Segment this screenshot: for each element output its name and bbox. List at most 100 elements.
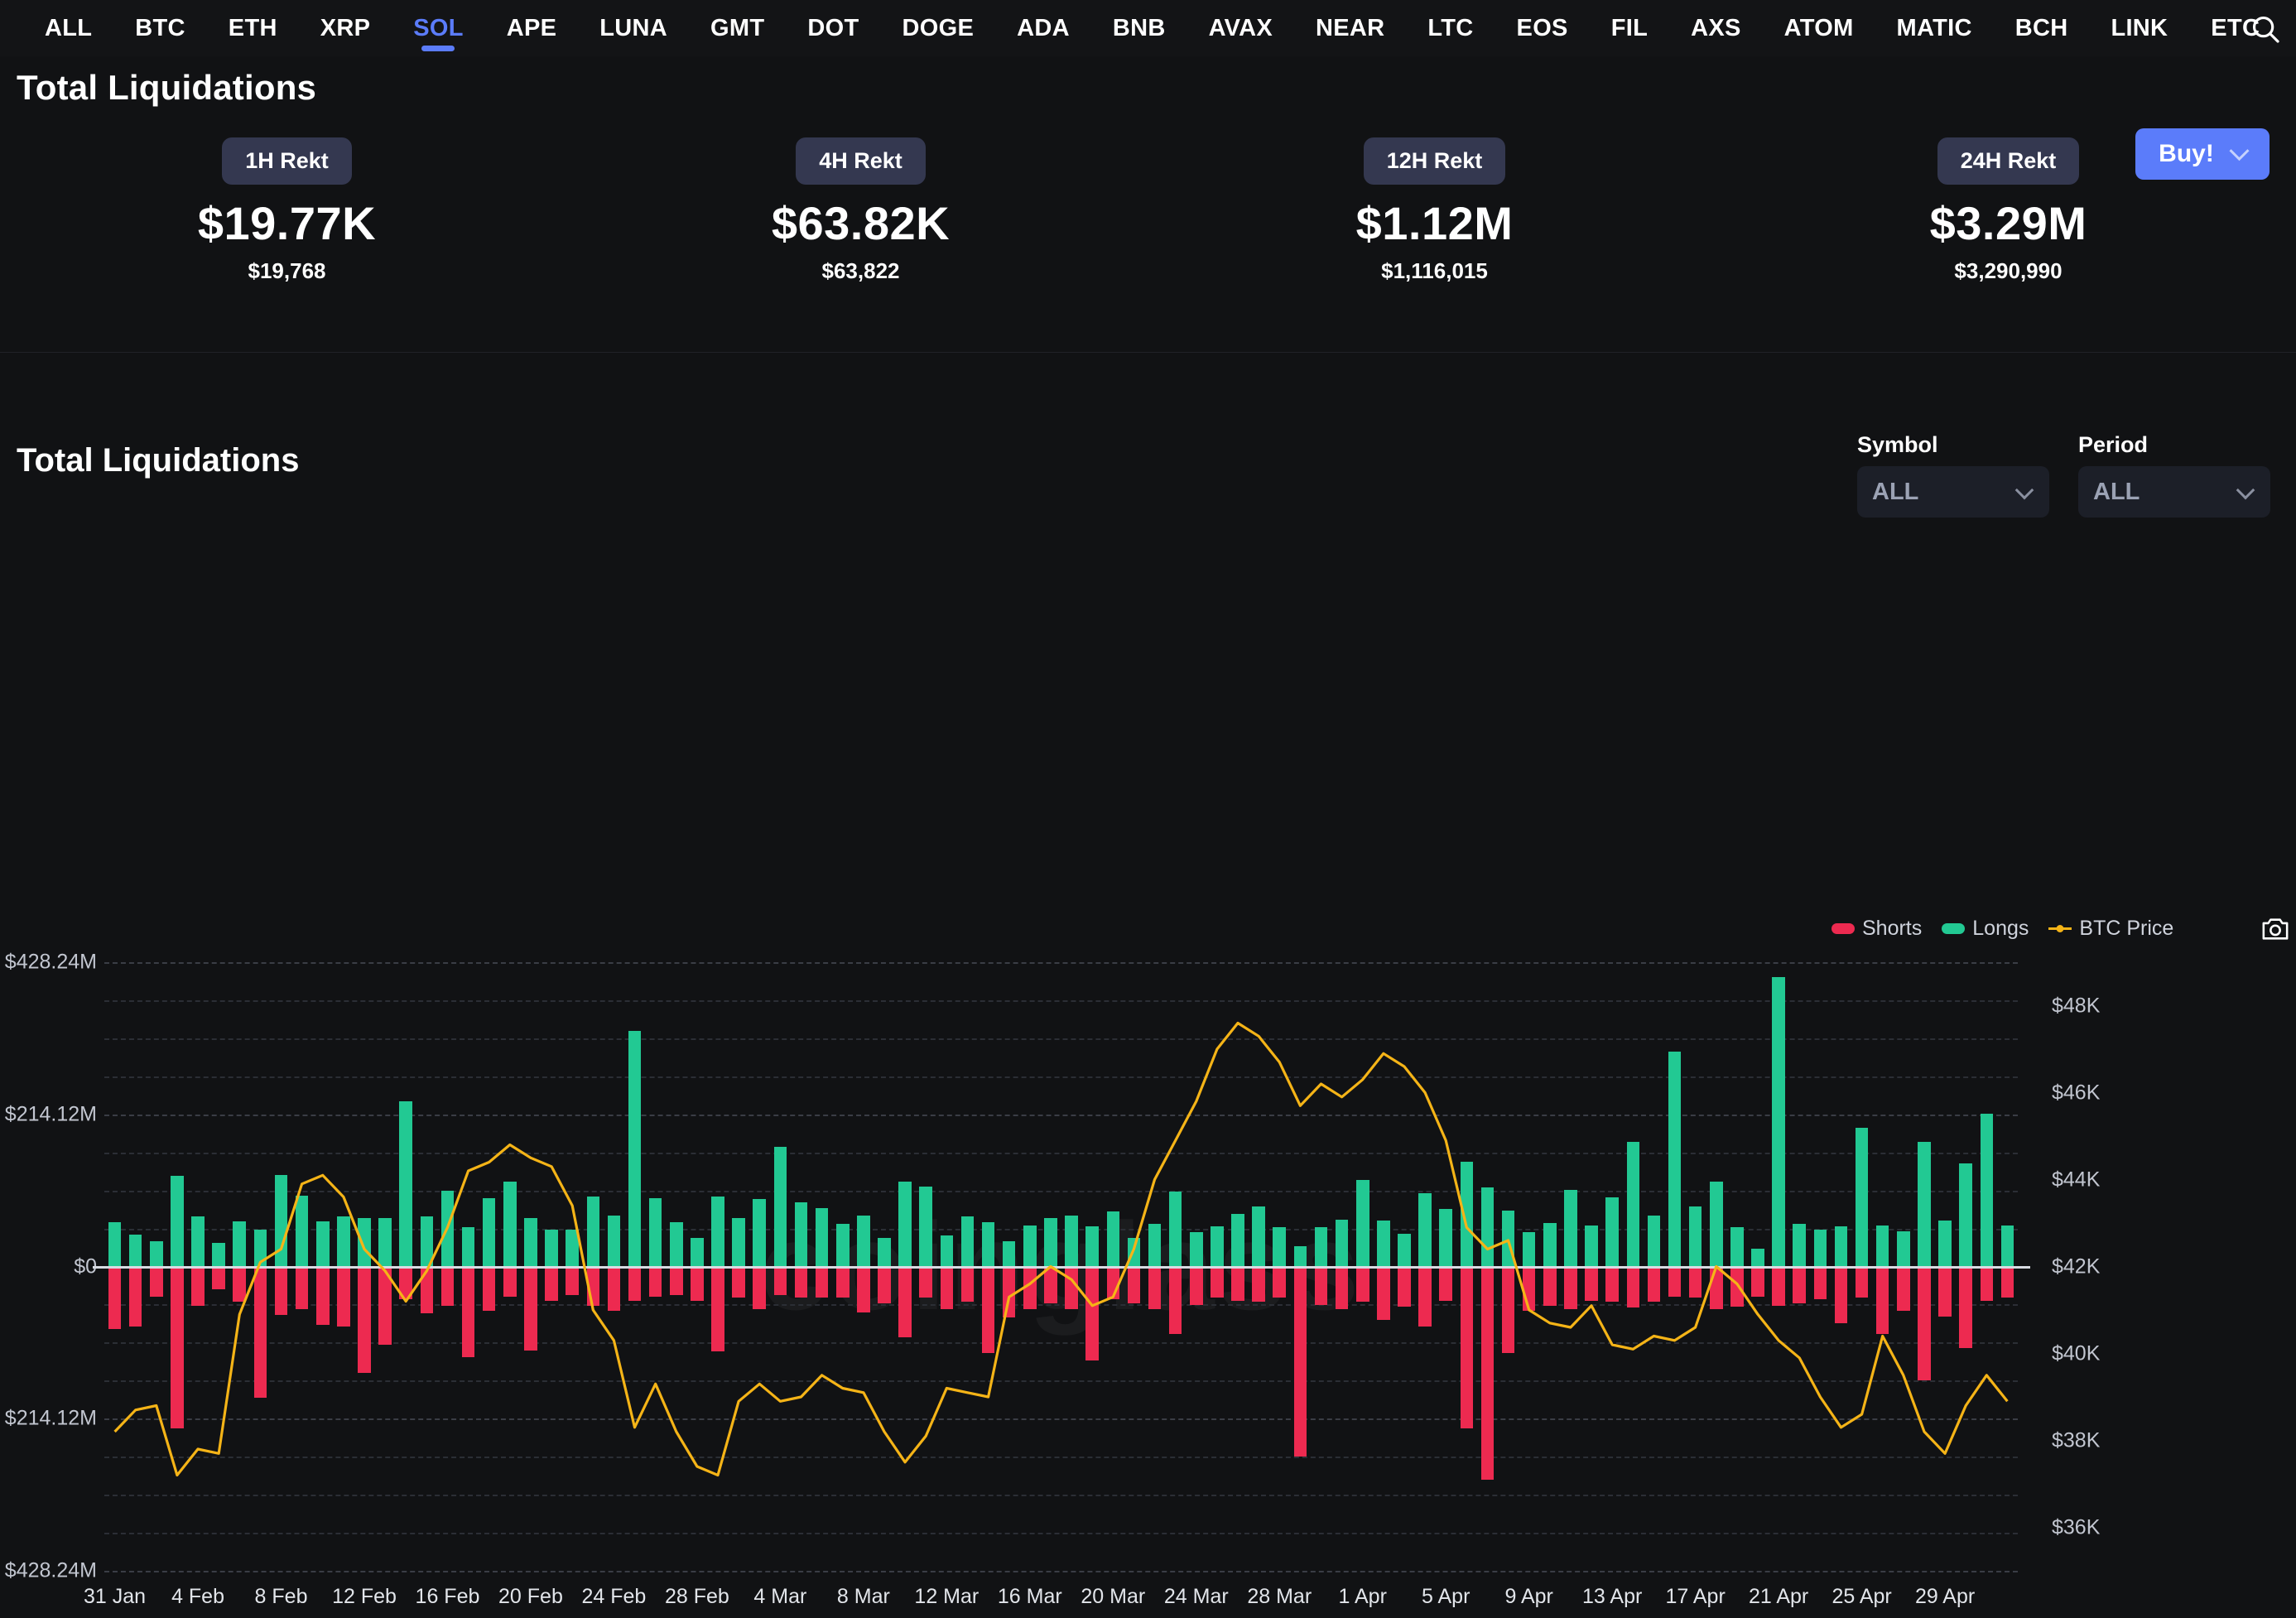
x-axis-tick-label: 28 Mar <box>1247 1585 1312 1608</box>
tab-ltc[interactable]: LTC <box>1406 0 1495 56</box>
x-axis: 31 Jan 4 Feb 8 Feb 12 Feb 16 Feb 20 Feb 24 Feb… <box>84 1585 2018 1618</box>
tab-label: SOL <box>413 14 464 41</box>
legend-label: Longs <box>1972 917 2029 940</box>
tab-sol[interactable]: SOL <box>392 0 485 56</box>
y2-axis-tick-label: $42K <box>2052 1254 2101 1278</box>
tab-label: DOT <box>807 14 859 41</box>
tab-label: LUNA <box>599 14 668 41</box>
x-axis-tick-label: 28 Feb <box>664 1585 729 1608</box>
x-axis-tick-label: 20 Feb <box>498 1585 563 1608</box>
tab-xrp[interactable]: XRP <box>299 0 392 56</box>
legend-item-longs[interactable]: Longs <box>1942 917 2029 941</box>
tab-gmt[interactable]: GMT <box>689 0 786 56</box>
x-axis-tick-label: 16 Mar <box>997 1585 1062 1608</box>
chart-title: Total Liquidations <box>17 442 300 479</box>
tab-luna[interactable]: LUNA <box>578 0 689 56</box>
symbol-tab-bar: ALL BTC ETH XRP SOL APE LUNA GMT DOT DOGE ADA BNB AV… <box>0 0 2296 56</box>
y-axis-tick-label: $428.24M <box>4 1558 97 1582</box>
tab-eth[interactable]: ETH <box>207 0 299 56</box>
summary-stats-section: Total Liquidations Buy! 1H Rekt $19.77K $1… <box>0 56 2296 353</box>
symbol-filter-label: Symbol <box>1857 432 1938 457</box>
tab-label: LTC <box>1427 14 1474 41</box>
legend-label: Shorts <box>1862 917 1923 940</box>
rekt-period-badge[interactable]: 1H Rekt <box>222 137 352 185</box>
liquidations-plot: coinglass $428.24M$214.12M$0$214.12M$428… <box>5 951 2101 1582</box>
y2-axis-tick-label: $40K <box>2052 1341 2101 1365</box>
tab-atom[interactable]: ATOM <box>1763 0 1875 56</box>
x-axis-tick-label: 12 Mar <box>914 1585 980 1608</box>
tab-eos[interactable]: EOS <box>1495 0 1590 56</box>
legend-line-marker <box>2048 923 2072 934</box>
tab-label: AVAX <box>1208 14 1273 41</box>
chart-panel: Total Liquidations Symbol ALL Period ALL… <box>0 383 2296 1608</box>
tab-label: NEAR <box>1316 14 1385 41</box>
y2-axis-tick-label: $38K <box>2052 1428 2101 1452</box>
tab-label: BTC <box>135 14 185 41</box>
x-axis-tick-label: 24 Feb <box>581 1585 647 1608</box>
page-title: Total Liquidations <box>17 68 317 107</box>
tab-bnb[interactable]: BNB <box>1091 0 1187 56</box>
tab-label: XRP <box>320 14 371 41</box>
legend-swatch <box>1832 923 1855 934</box>
tab-avax[interactable]: AVAX <box>1187 0 1294 56</box>
stat-value-abbrev: $3.29M <box>1929 197 2087 249</box>
tab-label: LINK <box>2111 14 2168 41</box>
tab-label: DOGE <box>902 14 975 41</box>
tab-matic[interactable]: MATIC <box>1875 0 1994 56</box>
tab-label: ATOM <box>1783 14 1854 41</box>
rekt-period-badge[interactable]: 12H Rekt <box>1363 137 1506 185</box>
stat-card: 1H Rekt $19.77K $19,768 <box>0 137 574 284</box>
camera-icon[interactable] <box>2261 917 2289 946</box>
stat-card: 24H Rekt $3.29M $3,290,990 <box>1721 137 2295 284</box>
y-axis-tick-label: $214.12M <box>4 1102 97 1126</box>
tab-label: MATIC <box>1896 14 1972 41</box>
x-axis-tick-label: 12 Feb <box>332 1585 397 1608</box>
tab-ada[interactable]: ADA <box>995 0 1091 56</box>
tab-axs[interactable]: AXS <box>1669 0 1763 56</box>
rekt-period-badge[interactable]: 24H Rekt <box>1937 137 2080 185</box>
x-axis-tick-label: 4 Feb <box>171 1585 224 1608</box>
period-select[interactable]: ALL <box>2078 466 2270 518</box>
x-axis-tick-label: 5 Apr <box>1422 1585 1470 1608</box>
tab-all[interactable]: ALL <box>23 0 113 56</box>
period-filter-group: Period ALL <box>2078 432 2270 518</box>
stats-row: 1H Rekt $19.77K $19,768 4H Rekt $63.82K $63,8… <box>0 137 2296 284</box>
grid-line <box>104 1571 2018 1572</box>
period-select-value: ALL <box>2093 478 2140 505</box>
tab-label: FIL <box>1610 14 1649 41</box>
stat-value-abbrev: $19.77K <box>197 197 377 249</box>
x-axis-tick-label: 8 Mar <box>836 1585 890 1608</box>
tab-label: ADA <box>1017 14 1070 41</box>
stat-value-exact: $3,290,990 <box>1954 258 2063 283</box>
tab-near[interactable]: NEAR <box>1294 0 1406 56</box>
x-axis-tick-label: 9 Apr <box>1504 1585 1553 1608</box>
tab-label: BNB <box>1112 14 1166 41</box>
tab-btc[interactable]: BTC <box>113 0 207 56</box>
x-axis-tick-label: 29 Apr <box>1914 1585 1976 1608</box>
x-axis-tick-label: 4 Mar <box>753 1585 807 1608</box>
stat-value-exact: $19,768 <box>248 258 326 283</box>
legend-item-shorts[interactable]: Shorts <box>1832 917 1922 941</box>
chart-legend: Shorts Longs BTC Price <box>1832 917 2173 941</box>
tab-label: BCH <box>2014 14 2068 41</box>
y2-axis-tick-label: $48K <box>2052 994 2101 1017</box>
search-icon[interactable] <box>2243 7 2288 51</box>
tab-doge[interactable]: DOGE <box>881 0 996 56</box>
tabs-container: ALL BTC ETH XRP SOL APE LUNA GMT DOT DOGE ADA BNB AV… <box>23 0 2296 56</box>
symbol-select[interactable]: ALL <box>1857 466 2049 518</box>
tab-label: ALL <box>45 14 93 41</box>
legend-item-btc-price[interactable]: BTC Price <box>2048 917 2173 941</box>
tab-dot[interactable]: DOT <box>786 0 880 56</box>
tab-fil[interactable]: FIL <box>1590 0 1669 56</box>
tab-label: ETH <box>228 14 277 41</box>
symbol-filter-group: Symbol ALL <box>1857 432 2049 518</box>
tab-label: APE <box>506 14 557 41</box>
tab-label: GMT <box>710 14 765 41</box>
legend-swatch <box>1942 923 1966 934</box>
stat-value-abbrev: $63.82K <box>771 197 951 249</box>
x-axis-tick-label: 25 Apr <box>1832 1585 1892 1608</box>
tab-ape[interactable]: APE <box>485 0 579 56</box>
rekt-period-badge[interactable]: 4H Rekt <box>796 137 926 185</box>
tab-link[interactable]: LINK <box>2089 0 2189 56</box>
tab-bch[interactable]: BCH <box>1994 0 2090 56</box>
